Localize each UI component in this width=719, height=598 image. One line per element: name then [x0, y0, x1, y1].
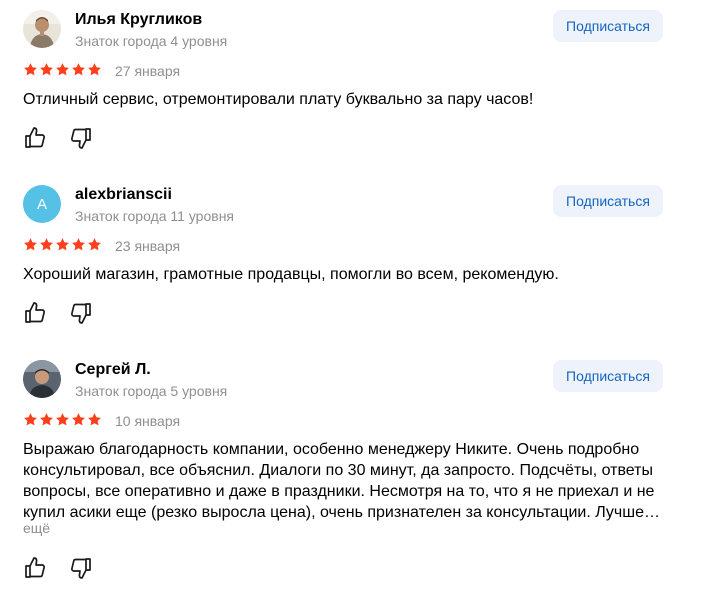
author-name[interactable]: Илья Кругликов — [75, 11, 202, 29]
thumbs-up-icon[interactable] — [23, 126, 47, 150]
author-level: Знаток города 11 уровня — [75, 208, 235, 224]
review-text: Отличный сервис, отремонтировали плату б… — [23, 91, 534, 108]
star-icon — [72, 63, 85, 76]
star-icon — [40, 238, 53, 251]
star-icon — [72, 413, 85, 426]
review-date: 10 января — [115, 413, 181, 429]
review-text: Выражаю благодарность компании, особенно… — [23, 441, 660, 521]
thumbs-up-icon[interactable] — [23, 301, 47, 325]
review-date: 23 января — [115, 238, 181, 254]
show-more-link[interactable]: ещё — [23, 520, 50, 536]
star-icon — [56, 413, 69, 426]
review-actions — [23, 556, 93, 580]
review-actions — [23, 301, 93, 325]
user-photo-icon — [23, 10, 61, 48]
star-icon — [56, 238, 69, 251]
star-icon — [88, 413, 101, 426]
review-text: Хороший магазин, грамотные продавцы, пом… — [23, 266, 559, 283]
rating-stars — [23, 62, 102, 77]
star-icon — [24, 63, 37, 76]
star-icon — [72, 238, 85, 251]
thumbs-down-icon[interactable] — [69, 301, 93, 325]
review-actions — [23, 126, 93, 150]
star-icon — [56, 63, 69, 76]
rating-stars — [23, 237, 102, 252]
author-level: Знаток города 5 уровня — [75, 383, 228, 399]
author-name[interactable]: alexbrianscii — [75, 186, 172, 204]
rating-stars — [23, 412, 102, 427]
star-icon — [40, 413, 53, 426]
avatar[interactable] — [23, 10, 61, 48]
thumbs-down-icon[interactable] — [69, 556, 93, 580]
star-icon — [24, 413, 37, 426]
star-icon — [88, 63, 101, 76]
subscribe-button[interactable]: Подписаться — [553, 360, 663, 392]
avatar[interactable] — [23, 360, 61, 398]
thumbs-up-icon[interactable] — [23, 556, 47, 580]
star-icon — [40, 63, 53, 76]
subscribe-button[interactable]: Подписаться — [553, 10, 663, 42]
user-photo-icon — [23, 360, 61, 398]
author-name[interactable]: Сергей Л. — [75, 361, 151, 379]
thumbs-down-icon[interactable] — [69, 126, 93, 150]
star-icon — [24, 238, 37, 251]
author-level: Знаток города 4 уровня — [75, 33, 228, 49]
subscribe-button[interactable]: Подписаться — [553, 185, 663, 217]
star-icon — [88, 238, 101, 251]
avatar[interactable]: A — [23, 185, 61, 223]
review-date: 27 января — [115, 63, 181, 79]
